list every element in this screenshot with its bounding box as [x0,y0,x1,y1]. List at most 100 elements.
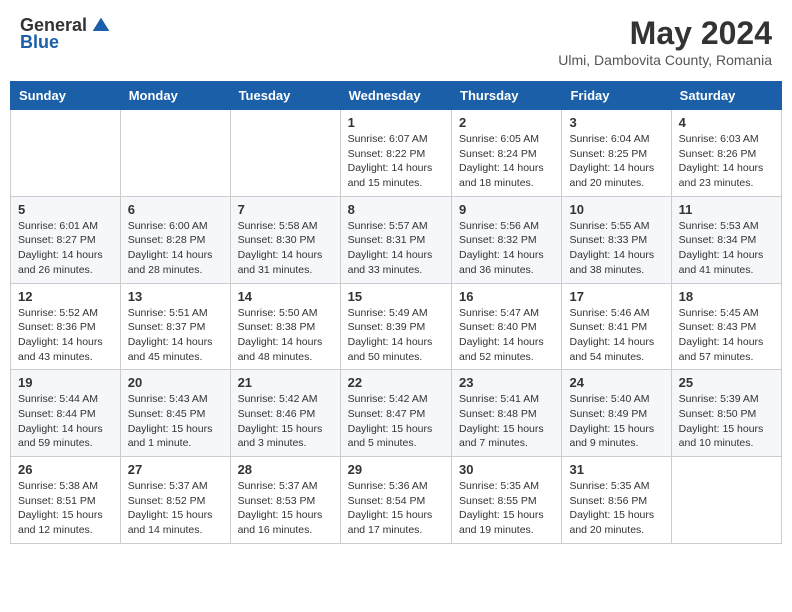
day-number: 29 [348,462,444,477]
calendar-cell: 13 Sunrise: 5:51 AM Sunset: 8:37 PM Dayli… [120,283,230,370]
calendar-cell: 24 Sunrise: 5:40 AM Sunset: 8:49 PM Dayli… [562,370,671,457]
day-number: 1 [348,115,444,130]
logo-blue-text: Blue [20,32,59,53]
day-number: 26 [18,462,113,477]
weekday-header-tuesday: Tuesday [230,82,340,110]
day-info: Sunrise: 5:39 AM Sunset: 8:50 PM Dayligh… [679,392,774,451]
day-number: 13 [128,289,223,304]
calendar-cell [671,457,781,544]
calendar-week-row: 5 Sunrise: 6:01 AM Sunset: 8:27 PM Daylig… [11,196,782,283]
calendar-cell: 11 Sunrise: 5:53 AM Sunset: 8:34 PM Dayli… [671,196,781,283]
day-info: Sunrise: 5:36 AM Sunset: 8:54 PM Dayligh… [348,479,444,538]
day-number: 20 [128,375,223,390]
day-number: 6 [128,202,223,217]
day-info: Sunrise: 6:00 AM Sunset: 8:28 PM Dayligh… [128,219,223,278]
day-number: 10 [569,202,663,217]
calendar-cell: 15 Sunrise: 5:49 AM Sunset: 8:39 PM Dayli… [340,283,451,370]
day-info: Sunrise: 5:42 AM Sunset: 8:46 PM Dayligh… [238,392,333,451]
calendar-cell [230,110,340,197]
day-info: Sunrise: 5:56 AM Sunset: 8:32 PM Dayligh… [459,219,554,278]
logo-icon [91,16,111,36]
day-number: 19 [18,375,113,390]
day-number: 22 [348,375,444,390]
day-info: Sunrise: 5:43 AM Sunset: 8:45 PM Dayligh… [128,392,223,451]
calendar-week-row: 19 Sunrise: 5:44 AM Sunset: 8:44 PM Dayli… [11,370,782,457]
calendar-cell: 4 Sunrise: 6:03 AM Sunset: 8:26 PM Daylig… [671,110,781,197]
day-info: Sunrise: 5:41 AM Sunset: 8:48 PM Dayligh… [459,392,554,451]
day-number: 21 [238,375,333,390]
day-number: 11 [679,202,774,217]
day-number: 23 [459,375,554,390]
day-info: Sunrise: 5:35 AM Sunset: 8:55 PM Dayligh… [459,479,554,538]
day-number: 25 [679,375,774,390]
day-info: Sunrise: 5:51 AM Sunset: 8:37 PM Dayligh… [128,306,223,365]
calendar-cell: 1 Sunrise: 6:07 AM Sunset: 8:22 PM Daylig… [340,110,451,197]
day-info: Sunrise: 5:45 AM Sunset: 8:43 PM Dayligh… [679,306,774,365]
calendar-cell: 30Sunrise: 5:35 AM Sunset: 8:55 PM Dayli… [452,457,562,544]
day-info: Sunrise: 5:35 AM Sunset: 8:56 PM Dayligh… [569,479,663,538]
calendar-cell: 29 Sunrise: 5:36 AM Sunset: 8:54 PM Dayli… [340,457,451,544]
day-number: 17 [569,289,663,304]
day-info: Sunrise: 5:37 AM Sunset: 8:53 PM Dayligh… [238,479,333,538]
logo: General Blue [20,15,111,53]
weekday-header-friday: Friday [562,82,671,110]
day-number: 31 [569,462,663,477]
day-info: Sunrise: 5:52 AM Sunset: 8:36 PM Dayligh… [18,306,113,365]
calendar-cell: 7Sunrise: 5:58 AM Sunset: 8:30 PM Daylig… [230,196,340,283]
day-number: 4 [679,115,774,130]
calendar-cell: 31 Sunrise: 5:35 AM Sunset: 8:56 PM Dayli… [562,457,671,544]
calendar-cell [11,110,121,197]
day-number: 2 [459,115,554,130]
calendar-cell: 17Sunrise: 5:46 AM Sunset: 8:41 PM Dayli… [562,283,671,370]
day-info: Sunrise: 6:01 AM Sunset: 8:27 PM Dayligh… [18,219,113,278]
calendar-week-row: 1 Sunrise: 6:07 AM Sunset: 8:22 PM Daylig… [11,110,782,197]
calendar-cell: 19 Sunrise: 5:44 AM Sunset: 8:44 PM Dayli… [11,370,121,457]
day-info: Sunrise: 5:40 AM Sunset: 8:49 PM Dayligh… [569,392,663,451]
weekday-header-monday: Monday [120,82,230,110]
day-number: 16 [459,289,554,304]
calendar-cell: 20 Sunrise: 5:43 AM Sunset: 8:45 PM Dayli… [120,370,230,457]
day-number: 12 [18,289,113,304]
day-number: 24 [569,375,663,390]
day-number: 5 [18,202,113,217]
calendar-cell: 14 Sunrise: 5:50 AM Sunset: 8:38 PM Dayli… [230,283,340,370]
weekday-header-sunday: Sunday [11,82,121,110]
calendar-cell: 16 Sunrise: 5:47 AM Sunset: 8:40 PM Dayli… [452,283,562,370]
day-info: Sunrise: 5:47 AM Sunset: 8:40 PM Dayligh… [459,306,554,365]
calendar-cell: 21 Sunrise: 5:42 AM Sunset: 8:46 PM Dayli… [230,370,340,457]
calendar-cell: 2 Sunrise: 6:05 AM Sunset: 8:24 PM Daylig… [452,110,562,197]
title-section: May 2024 Ulmi, Dambovita County, Romania [558,15,772,68]
location-text: Ulmi, Dambovita County, Romania [558,52,772,68]
day-info: Sunrise: 6:03 AM Sunset: 8:26 PM Dayligh… [679,132,774,191]
day-number: 14 [238,289,333,304]
day-number: 27 [128,462,223,477]
calendar-cell: 12 Sunrise: 5:52 AM Sunset: 8:36 PM Dayli… [11,283,121,370]
day-info: Sunrise: 5:50 AM Sunset: 8:38 PM Dayligh… [238,306,333,365]
day-info: Sunrise: 5:53 AM Sunset: 8:34 PM Dayligh… [679,219,774,278]
day-info: Sunrise: 5:57 AM Sunset: 8:31 PM Dayligh… [348,219,444,278]
day-info: Sunrise: 5:49 AM Sunset: 8:39 PM Dayligh… [348,306,444,365]
calendar-cell: 18Sunrise: 5:45 AM Sunset: 8:43 PM Dayli… [671,283,781,370]
calendar-cell: 27Sunrise: 5:37 AM Sunset: 8:52 PM Dayli… [120,457,230,544]
calendar-cell: 10 Sunrise: 5:55 AM Sunset: 8:33 PM Dayli… [562,196,671,283]
day-info: Sunrise: 5:55 AM Sunset: 8:33 PM Dayligh… [569,219,663,278]
day-info: Sunrise: 6:04 AM Sunset: 8:25 PM Dayligh… [569,132,663,191]
day-number: 3 [569,115,663,130]
calendar-table: SundayMondayTuesdayWednesdayThursdayFrid… [10,81,782,544]
month-year-title: May 2024 [558,15,772,52]
calendar-cell: 5 Sunrise: 6:01 AM Sunset: 8:27 PM Daylig… [11,196,121,283]
calendar-week-row: 26Sunrise: 5:38 AM Sunset: 8:51 PM Dayli… [11,457,782,544]
day-info: Sunrise: 6:05 AM Sunset: 8:24 PM Dayligh… [459,132,554,191]
day-info: Sunrise: 5:42 AM Sunset: 8:47 PM Dayligh… [348,392,444,451]
calendar-cell [120,110,230,197]
day-number: 15 [348,289,444,304]
day-info: Sunrise: 6:07 AM Sunset: 8:22 PM Dayligh… [348,132,444,191]
calendar-cell: 25 Sunrise: 5:39 AM Sunset: 8:50 PM Dayli… [671,370,781,457]
weekday-header-row: SundayMondayTuesdayWednesdayThursdayFrid… [11,82,782,110]
day-info: Sunrise: 5:44 AM Sunset: 8:44 PM Dayligh… [18,392,113,451]
day-info: Sunrise: 5:58 AM Sunset: 8:30 PM Dayligh… [238,219,333,278]
calendar-cell: 3 Sunrise: 6:04 AM Sunset: 8:25 PM Daylig… [562,110,671,197]
day-number: 28 [238,462,333,477]
calendar-cell: 8Sunrise: 5:57 AM Sunset: 8:31 PM Daylig… [340,196,451,283]
header: General Blue May 2024 Ulmi, Dambovita Co… [10,10,782,73]
